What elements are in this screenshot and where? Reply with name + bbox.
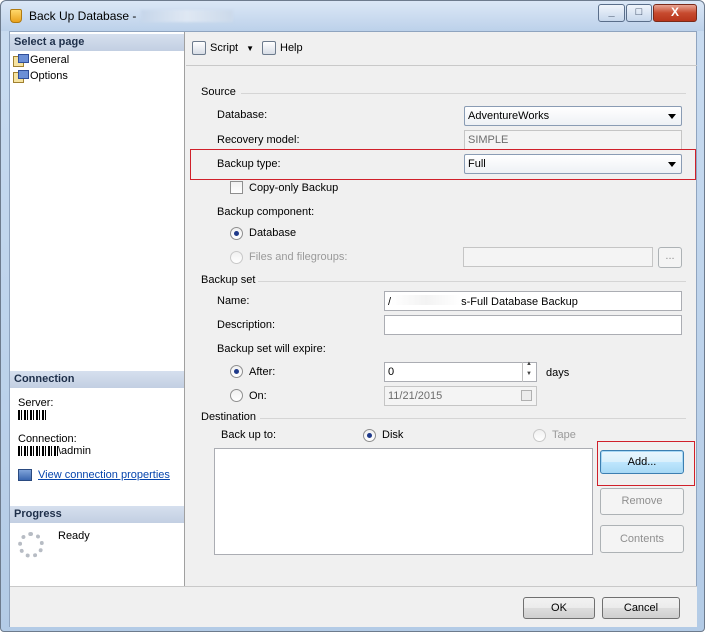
progress-spinner-icon bbox=[18, 532, 44, 558]
select-page-header: Select a page bbox=[10, 34, 184, 51]
chevron-down-icon bbox=[668, 162, 676, 167]
title-bar[interactable]: Back Up Database - _ □ X bbox=[1, 1, 704, 31]
copy-only-checkbox[interactable] bbox=[230, 181, 243, 194]
tape-radio[interactable] bbox=[533, 429, 546, 442]
description-label: Description: bbox=[217, 319, 276, 331]
left-pane: Select a page General Options Connection… bbox=[10, 32, 185, 586]
page-item-label: General bbox=[30, 53, 70, 66]
name-label: Name: bbox=[217, 295, 250, 307]
name-input[interactable]: / s-Full Database Backup bbox=[384, 291, 682, 311]
page-item-general[interactable]: General bbox=[13, 52, 69, 67]
filegroups-field bbox=[463, 247, 653, 267]
help-icon bbox=[262, 41, 276, 55]
backup-type-label: Backup type: bbox=[217, 158, 281, 170]
expire-date-value: 11/21/2015 bbox=[388, 390, 443, 402]
destination-divider bbox=[260, 418, 686, 419]
cancel-button[interactable]: Cancel bbox=[602, 597, 680, 619]
maximize-icon: □ bbox=[635, 6, 643, 18]
page-item-options[interactable]: Options bbox=[13, 68, 68, 83]
description-input[interactable] bbox=[384, 315, 682, 335]
script-label: Script bbox=[210, 42, 239, 54]
component-files-radio[interactable] bbox=[230, 251, 243, 264]
connection-user-suffix: \admin bbox=[58, 445, 92, 457]
close-button[interactable]: X bbox=[653, 4, 697, 22]
days-label: days bbox=[546, 367, 570, 379]
page-item-label: Options bbox=[30, 69, 68, 82]
close-icon: X bbox=[670, 5, 679, 19]
recovery-model-label: Recovery model: bbox=[217, 134, 300, 146]
database-value: AdventureWorks bbox=[468, 110, 550, 122]
server-value bbox=[18, 409, 46, 421]
backup-to-label: Back up to: bbox=[221, 429, 277, 441]
contents-button[interactable]: Contents bbox=[600, 525, 684, 553]
disk-radio[interactable] bbox=[363, 429, 376, 442]
help-label: Help bbox=[280, 42, 303, 54]
destination-listbox[interactable] bbox=[214, 448, 593, 555]
destination-group-label: Destination bbox=[201, 411, 257, 423]
script-button[interactable]: Script ▼ bbox=[192, 41, 254, 55]
tape-label: Tape bbox=[552, 429, 576, 441]
source-group-label: Source bbox=[201, 86, 236, 98]
progress-status: Ready bbox=[58, 530, 90, 542]
connection-value: \admin bbox=[18, 445, 91, 457]
page-icon bbox=[13, 69, 29, 83]
add-button[interactable]: Add... bbox=[600, 450, 684, 474]
database-combobox[interactable]: AdventureWorks bbox=[464, 106, 682, 126]
expire-days-input[interactable]: 0 bbox=[384, 362, 537, 382]
calendar-icon bbox=[521, 390, 532, 401]
database-icon bbox=[10, 9, 22, 23]
maximize-button[interactable]: □ bbox=[626, 4, 652, 22]
copy-only-label: Copy-only Backup bbox=[249, 182, 339, 194]
backup-type-value: Full bbox=[468, 158, 486, 170]
remove-button[interactable]: Remove bbox=[600, 488, 684, 515]
expire-after-radio[interactable] bbox=[230, 365, 243, 378]
toolbar: Script ▼ Help bbox=[186, 32, 697, 66]
right-pane: Script ▼ Help Source Database: Adventure… bbox=[186, 32, 697, 586]
recovery-model-field: SIMPLE bbox=[464, 130, 682, 150]
page-icon bbox=[13, 53, 29, 67]
script-icon bbox=[192, 41, 206, 55]
backup-type-combobox[interactable]: Full bbox=[464, 154, 682, 174]
source-divider bbox=[241, 93, 686, 94]
minimize-button[interactable]: _ bbox=[598, 4, 625, 22]
dialog-client-area: Select a page General Options Connection… bbox=[9, 31, 697, 627]
component-database-radio[interactable] bbox=[230, 227, 243, 240]
expire-days-spinner[interactable] bbox=[522, 361, 536, 382]
redacted-server-name bbox=[18, 410, 46, 421]
backup-component-label: Backup component: bbox=[217, 206, 315, 218]
help-button[interactable]: Help bbox=[262, 41, 303, 55]
progress-header: Progress bbox=[10, 506, 184, 523]
dialog-footer: OK Cancel bbox=[10, 586, 697, 627]
expire-on-label: On: bbox=[249, 390, 267, 402]
backup-set-divider bbox=[258, 281, 686, 282]
minimize-icon: _ bbox=[608, 6, 615, 18]
connection-label: Connection: bbox=[18, 433, 77, 445]
database-label: Database: bbox=[217, 109, 268, 121]
disk-label: Disk bbox=[382, 429, 404, 441]
redacted-connection-name bbox=[18, 446, 58, 457]
ok-button[interactable]: OK bbox=[523, 597, 595, 619]
backup-database-dialog: Back Up Database - _ □ X Select a page G… bbox=[0, 0, 705, 632]
connection-header: Connection bbox=[10, 371, 184, 388]
connection-properties-icon bbox=[18, 469, 32, 481]
expire-after-label: After: bbox=[249, 366, 276, 378]
expire-days-value: 0 bbox=[388, 366, 395, 378]
window-title: Back Up Database - bbox=[29, 9, 137, 23]
backup-set-group-label: Backup set bbox=[201, 274, 256, 286]
filegroups-browse-button[interactable]: ... bbox=[658, 247, 682, 268]
expire-on-radio[interactable] bbox=[230, 389, 243, 402]
expire-label: Backup set will expire: bbox=[217, 343, 326, 355]
component-files-label: Files and filegroups: bbox=[249, 251, 348, 263]
chevron-down-icon bbox=[668, 114, 676, 119]
chevron-down-icon: ▼ bbox=[246, 43, 255, 53]
component-database-label: Database bbox=[249, 227, 297, 239]
name-value-suffix: s-Full Database Backup bbox=[461, 296, 578, 308]
server-label: Server: bbox=[18, 397, 54, 409]
redacted-title-segment bbox=[141, 10, 233, 22]
expire-date-picker[interactable]: 11/21/2015 bbox=[384, 386, 537, 406]
view-connection-properties-link[interactable]: View connection properties bbox=[38, 469, 170, 481]
redacted-name-segment bbox=[391, 295, 462, 305]
view-connection-row: View connection properties bbox=[18, 469, 170, 481]
